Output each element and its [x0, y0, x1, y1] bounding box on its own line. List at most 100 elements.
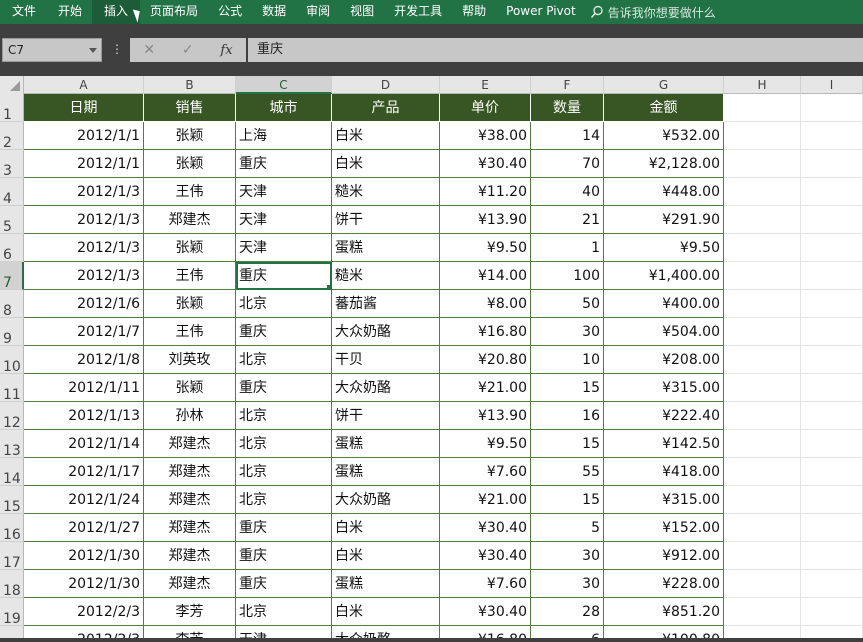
column-header-h[interactable]: H	[724, 76, 801, 94]
cell-f12[interactable]: 16	[531, 402, 604, 430]
cell-f11[interactable]: 15	[531, 374, 604, 402]
cell-d8[interactable]: 蕃茄酱	[332, 290, 440, 318]
cell-d16[interactable]: 白米	[332, 514, 440, 542]
cell-b5[interactable]: 郑建杰	[144, 206, 236, 234]
cell-g4[interactable]: ¥448.00	[604, 178, 724, 206]
cell-f17[interactable]: 30	[531, 542, 604, 570]
row-header-1[interactable]: 1	[0, 94, 24, 123]
ribbon-tab-1[interactable]: 开始	[48, 0, 92, 24]
formula-input[interactable]: 重庆	[248, 38, 863, 62]
column-header-g[interactable]: G	[604, 76, 724, 94]
cell-c9[interactable]: 重庆	[236, 318, 332, 346]
cell-b19[interactable]: 李芳	[144, 598, 236, 626]
cell-f4[interactable]: 40	[531, 178, 604, 206]
cell-a2[interactable]: 2012/1/1	[24, 122, 144, 150]
cell-f6[interactable]: 1	[531, 234, 604, 262]
cell-a19[interactable]: 2012/2/3	[24, 598, 144, 626]
cell-f19[interactable]: 28	[531, 598, 604, 626]
column-header-d[interactable]: D	[332, 76, 440, 94]
cell-f10[interactable]: 10	[531, 346, 604, 374]
cell-f9[interactable]: 30	[531, 318, 604, 346]
cell-g7[interactable]: ¥1,400.00	[604, 262, 724, 290]
cell-b18[interactable]: 郑建杰	[144, 570, 236, 598]
cell-g13[interactable]: ¥142.50	[604, 430, 724, 458]
cell-c15[interactable]: 北京	[236, 486, 332, 514]
row-header-5[interactable]: 5	[0, 206, 24, 235]
cell-e17[interactable]: ¥30.40	[440, 542, 531, 570]
cell-a11[interactable]: 2012/1/11	[24, 374, 144, 402]
column-header-e[interactable]: E	[440, 76, 531, 94]
cell-b7[interactable]: 王伟	[144, 262, 236, 290]
cell-e11[interactable]: ¥21.00	[440, 374, 531, 402]
row-header-12[interactable]: 12	[0, 402, 24, 431]
row-header-10[interactable]: 10	[0, 346, 24, 375]
cell-d4[interactable]: 糙米	[332, 178, 440, 206]
cell-g17[interactable]: ¥912.00	[604, 542, 724, 570]
cell-e16[interactable]: ¥30.40	[440, 514, 531, 542]
cell-d13[interactable]: 蛋糕	[332, 430, 440, 458]
cell-e9[interactable]: ¥16.80	[440, 318, 531, 346]
column-header-b[interactable]: B	[144, 76, 236, 94]
cell-d12[interactable]: 饼干	[332, 402, 440, 430]
cell-b14[interactable]: 郑建杰	[144, 458, 236, 486]
cell-e10[interactable]: ¥20.80	[440, 346, 531, 374]
name-box-dropdown-icon[interactable]	[89, 48, 97, 53]
cell-b12[interactable]: 孙林	[144, 402, 236, 430]
cell-e14[interactable]: ¥7.60	[440, 458, 531, 486]
header-cell-f[interactable]: 数量	[531, 94, 604, 122]
row-header-17[interactable]: 17	[0, 542, 24, 571]
cell-g9[interactable]: ¥504.00	[604, 318, 724, 346]
cell-e13[interactable]: ¥9.50	[440, 430, 531, 458]
ribbon-tab-8[interactable]: 开发工具	[384, 0, 452, 24]
cell-a10[interactable]: 2012/1/8	[24, 346, 144, 374]
row-header-8[interactable]: 8	[0, 290, 24, 319]
tell-me-box[interactable]: 告诉我你想要做什么	[586, 4, 716, 21]
ribbon-tab-10[interactable]: Power Pivot	[496, 0, 586, 24]
column-header-f[interactable]: F	[531, 76, 604, 94]
cell-a14[interactable]: 2012/1/17	[24, 458, 144, 486]
cell-a8[interactable]: 2012/1/6	[24, 290, 144, 318]
cell-b16[interactable]: 郑建杰	[144, 514, 236, 542]
row-header-7[interactable]: 7	[0, 262, 24, 291]
cell-a18[interactable]: 2012/1/30	[24, 570, 144, 598]
row-header-18[interactable]: 18	[0, 570, 24, 599]
cell-d18[interactable]: 蛋糕	[332, 570, 440, 598]
cell-a12[interactable]: 2012/1/13	[24, 402, 144, 430]
select-all-button[interactable]	[0, 76, 24, 94]
cell-e3[interactable]: ¥30.40	[440, 150, 531, 178]
cell-e15[interactable]: ¥21.00	[440, 486, 531, 514]
cell-b17[interactable]: 郑建杰	[144, 542, 236, 570]
row-header-3[interactable]: 3	[0, 150, 24, 179]
cell-b10[interactable]: 刘英玫	[144, 346, 236, 374]
cell-d19[interactable]: 白米	[332, 598, 440, 626]
cell-c2[interactable]: 上海	[236, 122, 332, 150]
cell-e8[interactable]: ¥8.00	[440, 290, 531, 318]
cell-f3[interactable]: 70	[531, 150, 604, 178]
column-header-c[interactable]: C	[236, 76, 332, 94]
cell-f7[interactable]: 100	[531, 262, 604, 290]
row-header-9[interactable]: 9	[0, 318, 24, 347]
name-box[interactable]: C7	[2, 38, 102, 62]
cell-d10[interactable]: 干贝	[332, 346, 440, 374]
more-options-icon[interactable]: ⋮	[111, 42, 123, 56]
ribbon-tab-6[interactable]: 审阅	[296, 0, 340, 24]
cell-e19[interactable]: ¥30.40	[440, 598, 531, 626]
cell-g15[interactable]: ¥315.00	[604, 486, 724, 514]
confirm-entry-icon[interactable]: ✓	[182, 42, 194, 58]
cell-f14[interactable]: 55	[531, 458, 604, 486]
cell-c6[interactable]: 天津	[236, 234, 332, 262]
cell-c18[interactable]: 重庆	[236, 570, 332, 598]
cell-c17[interactable]: 重庆	[236, 542, 332, 570]
cell-d5[interactable]: 饼干	[332, 206, 440, 234]
cell-e6[interactable]: ¥9.50	[440, 234, 531, 262]
row-header-2[interactable]: 2	[0, 122, 24, 151]
row-header-15[interactable]: 15	[0, 486, 24, 515]
header-cell-b[interactable]: 销售	[144, 94, 236, 122]
cell-c4[interactable]: 天津	[236, 178, 332, 206]
row-header-19[interactable]: 19	[0, 598, 24, 627]
cell-a7[interactable]: 2012/1/3	[24, 262, 144, 290]
cell-e12[interactable]: ¥13.90	[440, 402, 531, 430]
header-cell-g[interactable]: 金额	[604, 94, 724, 122]
ribbon-tab-5[interactable]: 数据	[252, 0, 296, 24]
column-header-i[interactable]: I	[801, 76, 863, 94]
